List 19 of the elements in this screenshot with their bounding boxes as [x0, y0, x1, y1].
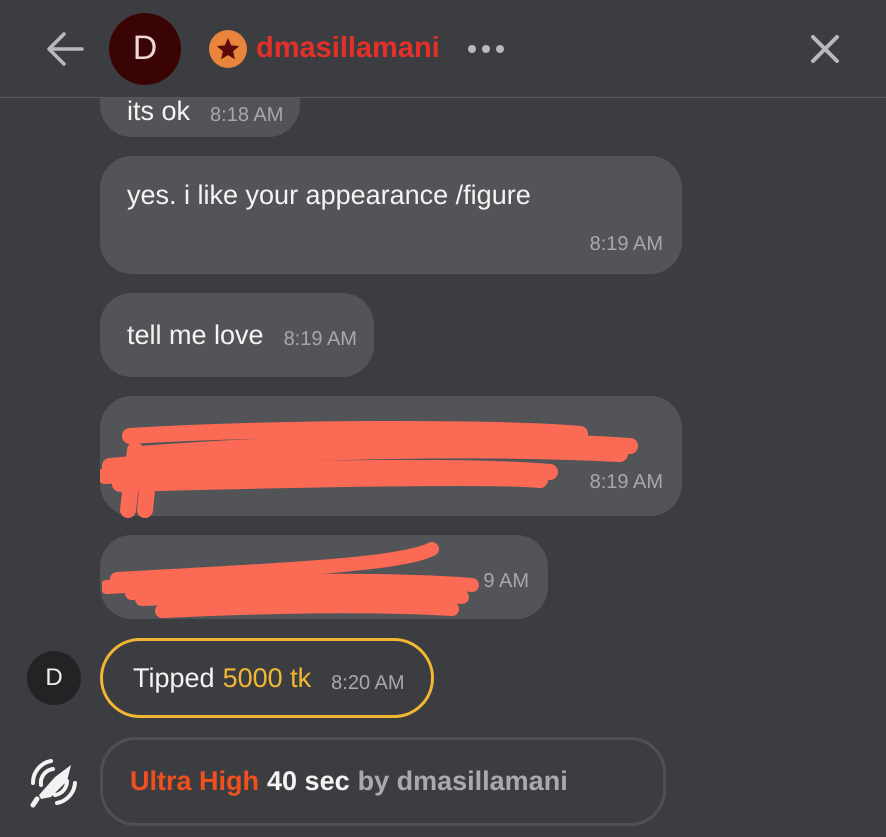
message-time: 8:19 AM: [588, 233, 663, 256]
quality-level: Ultra High: [130, 766, 260, 797]
author: by dmasillamani: [358, 766, 568, 797]
message-time: 8:19 AM: [284, 328, 357, 350]
more-dots-icon: [466, 44, 506, 54]
message-text: tell me love: [127, 320, 264, 350]
message-time: 9 AM: [483, 570, 529, 592]
message-time: 8:20 AM: [331, 672, 405, 694]
close-icon: [810, 34, 840, 64]
tip-amount: 5000 tk: [222, 662, 312, 694]
message-time: 8:19 AM: [590, 471, 663, 494]
message-time: 8:18 AM: [210, 104, 284, 127]
tip-label: Tipped: [133, 662, 215, 694]
duration: 40 sec: [267, 766, 350, 797]
user-avatar: D: [27, 651, 81, 705]
message-text: its ok: [127, 98, 190, 127]
user-avatar[interactable]: D: [109, 12, 181, 84]
message-text: yes. i like your appearance /figure: [127, 180, 531, 211]
star-badge-icon: [208, 28, 248, 68]
